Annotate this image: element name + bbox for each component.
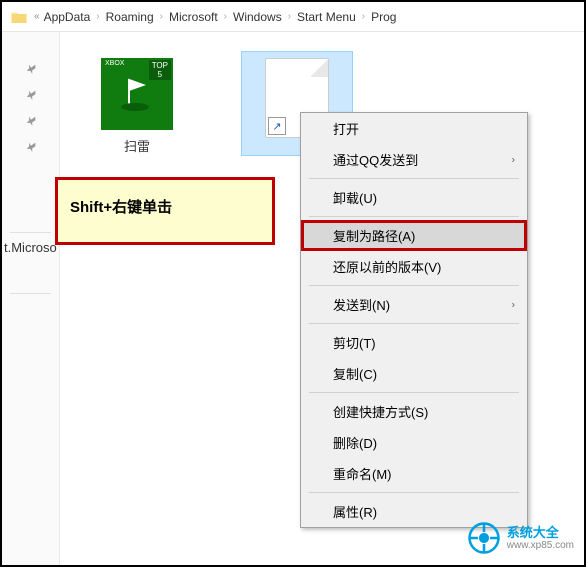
xbox-badge: XBOX [105,60,124,67]
ctx-restore-versions[interactable]: 还原以前的版本(V) [301,251,527,282]
menu-separator [309,216,519,217]
breadcrumb-item[interactable]: Windows [229,10,286,24]
shortcut-arrow-icon: ↗ [268,117,286,135]
ctx-uninstall[interactable]: 卸载(U) [301,182,527,213]
ctx-delete[interactable]: 删除(D) [301,427,527,458]
chevron-right-icon: › [512,299,515,310]
app-icon: XBOX TOP5 [101,58,173,130]
menu-separator [309,492,519,493]
chevron-right-icon: › [94,11,101,22]
file-item-minesweeper[interactable]: XBOX TOP5 扫雷 [82,52,192,155]
chevron-right-icon: › [222,11,229,22]
breadcrumb-item[interactable]: Roaming [102,10,158,24]
ctx-create-shortcut[interactable]: 创建快捷方式(S) [301,396,527,427]
watermark-url: www.xp85.com [507,540,574,551]
top5-badge: TOP5 [149,60,171,80]
chevron-right-icon: › [286,11,293,22]
chevron-right-icon: › [360,11,367,22]
menu-separator [309,323,519,324]
chevron-right-icon: › [158,11,165,22]
sidebar [2,32,60,565]
ctx-cut[interactable]: 剪切(T) [301,327,527,358]
menu-separator [309,285,519,286]
chevron-right-icon: › [512,154,515,165]
flag-golf-icon [117,74,157,114]
ctx-copy[interactable]: 复制(C) [301,358,527,389]
pin-icon[interactable] [24,140,38,154]
watermark-title: 系统大全 [507,525,574,541]
breadcrumb-item[interactable]: Microsoft [165,10,222,24]
sidebar-truncated-label: t.Microso [2,240,57,255]
menu-separator [309,392,519,393]
pin-icon[interactable] [24,62,38,76]
ctx-send-to[interactable]: 发送到(N)› [301,289,527,320]
ctx-copy-as-path[interactable]: 复制为路径(A) [301,220,527,251]
breadcrumb-item[interactable]: Start Menu [293,10,360,24]
ctx-qq-send[interactable]: 通过QQ发送到› [301,144,527,175]
ctx-open[interactable]: 打开 [301,113,527,144]
context-menu: 打开 通过QQ发送到› 卸载(U) 复制为路径(A) 还原以前的版本(V) 发送… [300,112,528,528]
ctx-rename[interactable]: 重命名(M) [301,458,527,489]
folder-icon [10,8,28,26]
pin-icon[interactable] [24,88,38,102]
pin-icon[interactable] [24,114,38,128]
breadcrumb-item[interactable]: AppData [40,10,95,24]
file-label: 扫雷 [82,136,192,155]
breadcrumb: « AppData › Roaming › Microsoft › Window… [2,2,584,32]
watermark-logo-icon [467,521,501,555]
menu-separator [309,178,519,179]
breadcrumb-item[interactable]: Prog [367,10,400,24]
watermark: 系统大全 www.xp85.com [467,521,574,555]
instruction-callout: Shift+右键单击 [55,177,275,245]
